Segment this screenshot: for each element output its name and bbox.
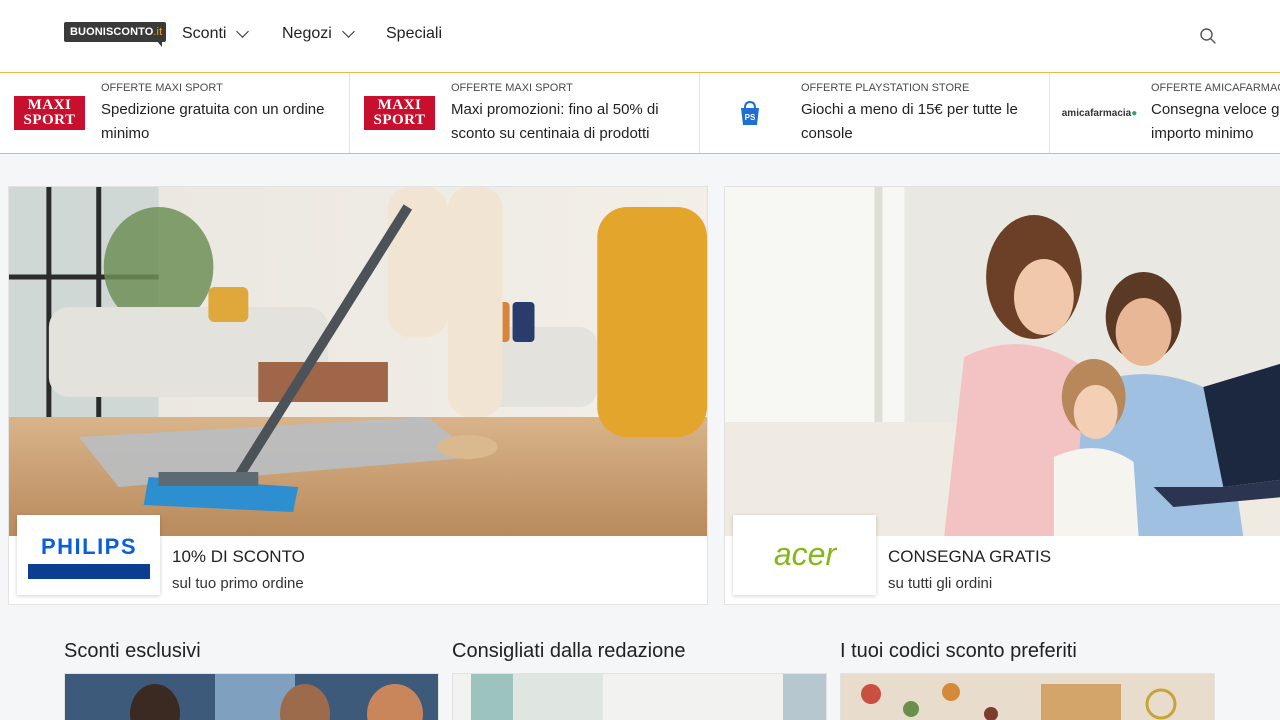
section-image-consigliati[interactable] [452,673,827,720]
nav-sconti-label: Sconti [182,25,227,42]
philips-logo: PHILIPS [17,515,160,595]
offer-title: Maxi promozioni: fino al 50% di sconto s… [451,101,659,142]
amicafarmacia-logo: amicafarmacia● [1061,107,1138,119]
chevron-down-icon [236,25,250,38]
hero-image-vacuum [9,187,707,536]
hero-image-family [725,187,1280,536]
offer-card[interactable]: PS OFFERTE PLAYSTATION STORE Giochi a me… [700,73,1050,153]
maxi-sport-logo: MAXI SPORT [364,96,435,130]
offer-card[interactable]: MAXI SPORT OFFERTE MAXI SPORT Maxi promoz… [350,73,700,153]
nav-sconti[interactable]: Sconti [182,25,250,43]
svg-text:PS: PS [744,113,755,122]
section-image-sconti-esclusivi[interactable] [64,673,439,720]
chevron-down-icon [341,25,355,38]
card-subtitle: su tutti gli ordini [888,575,993,592]
offer-title: Giochi a meno di 15€ per tutte le consol… [801,101,1018,142]
offer-title: Consegna veloce gratis senza importo min… [1151,101,1280,142]
maxi-sport-logo: MAXI SPORT [14,96,85,130]
playstation-bag-icon: PS [714,96,785,130]
hero-card-acer[interactable]: acer CONSEGNA GRATIS su tutti gli ordini [724,186,1280,605]
acer-logo: acer [733,515,876,595]
nav-speciali[interactable]: Speciali [386,25,442,43]
site-logo[interactable]: BUONISCONTO.it [64,22,166,48]
search-icon[interactable] [1199,27,1217,45]
offer-category: OFFERTE MAXI SPORT [451,82,573,94]
offer-title: Spedizione gratuita con un ordine minimo [101,101,325,142]
section-title-consigliati: Consigliati dalla redazione [452,640,686,662]
nav-negozi[interactable]: Negozi [282,25,355,43]
svg-text:PHILIPS: PHILIPS [40,534,136,559]
card-title: 10% DI SCONTO [172,547,305,566]
offer-card[interactable]: amicafarmacia● OFFERTE AMICAFARMACIA Con… [1050,73,1280,153]
card-title: CONSEGNA GRATIS [888,547,1052,566]
nav-speciali-label: Speciali [386,25,443,42]
logo-tld: .it [153,26,163,38]
section-title-preferiti: I tuoi codici sconto preferiti [840,640,1077,662]
offer-category: OFFERTE PLAYSTATION STORE [801,82,970,94]
logo-text: BUONISCONTO [70,26,154,38]
offer-category: OFFERTE MAXI SPORT [101,82,223,94]
hero-card-philips[interactable]: PHILIPS 10% DI SCONTO sul tuo primo ordi… [8,186,708,605]
offer-card[interactable]: MAXI SPORT OFFERTE MAXI SPORT Spedizione … [0,73,350,153]
section-image-preferiti[interactable] [840,673,1215,720]
site-header: BUONISCONTO.it Sconti Negozi Speciali [0,0,1280,72]
svg-text:acer: acer [773,536,837,572]
offers-strip: MAXI SPORT OFFERTE MAXI SPORT Spedizione … [0,72,1280,154]
section-title-sconti-esclusivi: Sconti esclusivi [64,640,201,662]
offer-category: OFFERTE AMICAFARMACIA [1151,82,1280,94]
card-subtitle: sul tuo primo ordine [172,575,304,592]
nav-negozi-label: Negozi [282,25,332,42]
